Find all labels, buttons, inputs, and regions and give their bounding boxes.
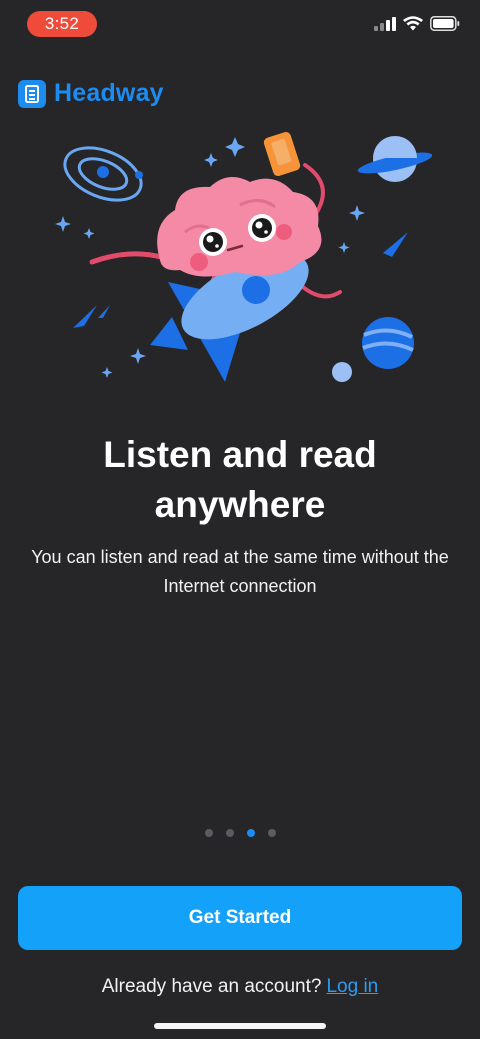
battery-icon bbox=[430, 16, 460, 31]
page-dot[interactable] bbox=[267, 829, 276, 837]
orbit-icon bbox=[63, 146, 143, 202]
brain-character bbox=[157, 177, 322, 277]
brand-logo: Headway bbox=[18, 79, 164, 108]
page-dot[interactable] bbox=[204, 829, 213, 837]
status-icons bbox=[374, 16, 460, 31]
brand-name: Headway bbox=[54, 79, 164, 107]
page-dot-active[interactable] bbox=[246, 829, 255, 837]
planet-icon bbox=[332, 317, 414, 382]
page-indicator bbox=[0, 829, 480, 837]
account-prompt-text: Already have an account? bbox=[101, 976, 322, 997]
signal-icon bbox=[374, 16, 396, 31]
onboarding-subtitle: You can listen and read at the same time… bbox=[31, 547, 449, 596]
home-indicator[interactable] bbox=[154, 1023, 326, 1029]
status-bar: 3:52 bbox=[0, 0, 480, 48]
planet-icon bbox=[357, 136, 433, 182]
login-prompt: Already have an account? Log in bbox=[0, 976, 480, 998]
status-time: 3:52 bbox=[27, 11, 97, 37]
phone-icon bbox=[263, 131, 301, 177]
page-dot[interactable] bbox=[225, 829, 234, 837]
onboarding-headline: Listen and read anywhere bbox=[103, 434, 377, 525]
log-in-link[interactable]: Log in bbox=[326, 976, 378, 997]
get-started-button[interactable]: Get Started bbox=[18, 886, 462, 950]
book-icon bbox=[18, 79, 46, 108]
onboarding-illustration bbox=[55, 131, 433, 382]
wifi-icon bbox=[403, 16, 423, 31]
